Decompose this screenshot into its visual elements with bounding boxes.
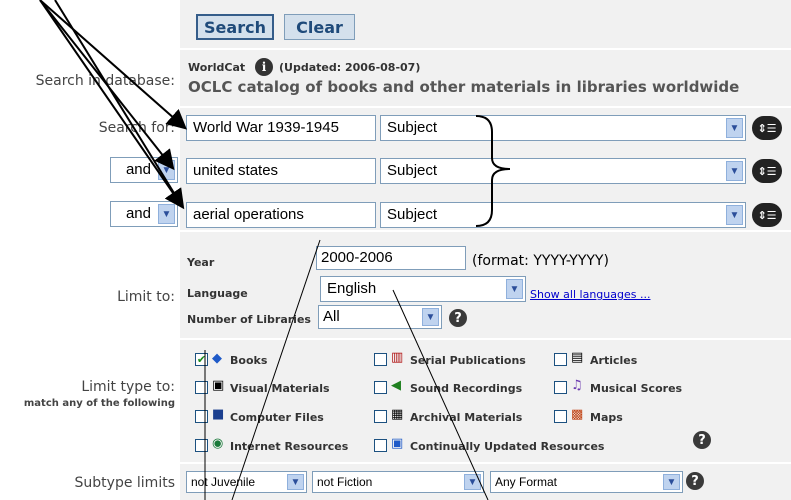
chevron-down-icon: ▼ xyxy=(158,160,175,180)
year-input[interactable]: 2000-2006 xyxy=(316,246,466,270)
score-icon: ♫ xyxy=(571,378,583,393)
browse-index-icon[interactable]: ⇕☰ xyxy=(752,159,782,183)
audience-select[interactable]: not Juvenile ▼ xyxy=(186,471,307,493)
chevron-down-icon: ▼ xyxy=(663,474,680,490)
database-updated: (Updated: 2006-08-07) xyxy=(279,61,421,74)
globe-icon: ◉ xyxy=(212,436,224,451)
language-select[interactable]: English ▼ xyxy=(320,276,526,302)
chevron-down-icon: ▼ xyxy=(726,161,743,181)
language-value: English xyxy=(327,280,377,297)
chevron-down-icon: ▼ xyxy=(464,474,481,490)
internet-checkbox[interactable] xyxy=(195,439,208,452)
show-all-languages-link[interactable]: Show all languages ... xyxy=(530,288,650,301)
type-label: Books xyxy=(230,354,268,367)
sound-checkbox[interactable] xyxy=(374,381,387,394)
map-icon: ▩ xyxy=(571,407,584,422)
year-format-hint: (format: YYYY-YYYY) xyxy=(472,253,609,269)
browse-index-icon[interactable]: ⇕☰ xyxy=(752,116,782,140)
camera-icon: ▣ xyxy=(212,378,225,393)
browse-index-icon[interactable]: ⇕☰ xyxy=(752,203,782,227)
computer-files-checkbox[interactable] xyxy=(195,410,208,423)
article-icon: ▤ xyxy=(571,350,584,365)
boolean-operator-select[interactable]: and ▼ xyxy=(110,201,178,227)
search-index-select[interactable]: Subject ▼ xyxy=(380,115,746,141)
limit-to-label: Limit to: xyxy=(117,289,175,305)
type-label: Archival Materials xyxy=(410,411,523,424)
scores-checkbox[interactable] xyxy=(554,381,567,394)
audience-value: not Juvenile xyxy=(191,475,256,489)
search-term-input[interactable]: united states xyxy=(186,158,376,184)
book-icon: ◆ xyxy=(212,351,222,366)
format-select[interactable]: Any Format ▼ xyxy=(490,471,683,493)
search-index-select[interactable]: Subject ▼ xyxy=(380,158,746,184)
info-icon[interactable]: i xyxy=(255,58,273,76)
subtype-label: Subtype limits xyxy=(74,475,175,491)
continually-updated-checkbox[interactable] xyxy=(374,439,387,452)
type-label: Musical Scores xyxy=(590,382,683,395)
clear-button[interactable]: Clear xyxy=(284,14,355,40)
chevron-down-icon: ▼ xyxy=(422,308,439,326)
type-label: Continually Updated Resources xyxy=(410,440,605,453)
database-description: OCLC catalog of books and other material… xyxy=(188,78,740,96)
visual-checkbox[interactable] xyxy=(195,381,208,394)
database-name: WorldCat xyxy=(188,61,246,74)
search-index-select[interactable]: Subject ▼ xyxy=(380,202,746,228)
speaker-icon: ◀ xyxy=(391,378,401,393)
type-label: Serial Publications xyxy=(410,354,526,367)
serials-checkbox[interactable] xyxy=(374,353,387,366)
boolean-operator-select[interactable]: and ▼ xyxy=(110,157,178,183)
chevron-down-icon: ▼ xyxy=(726,118,743,138)
type-label: Computer Files xyxy=(230,411,324,424)
help-icon[interactable]: ? xyxy=(693,431,711,449)
archive-icon: ▦ xyxy=(391,407,404,422)
search-for-label: Search for: xyxy=(98,120,175,136)
index-value: Subject xyxy=(387,206,438,223)
operator-value: and xyxy=(125,161,151,178)
archival-checkbox[interactable] xyxy=(374,410,387,423)
books-checkbox[interactable]: ✔ xyxy=(195,353,208,366)
chevron-down-icon: ▼ xyxy=(726,205,743,225)
disk-icon: ■ xyxy=(212,407,225,422)
type-label: Sound Recordings xyxy=(410,382,523,395)
content-select[interactable]: not Fiction ▼ xyxy=(312,471,484,493)
type-label: Maps xyxy=(590,411,623,424)
articles-checkbox[interactable] xyxy=(554,353,567,366)
year-label: Year xyxy=(187,256,215,269)
type-label: Visual Materials xyxy=(230,382,330,395)
index-value: Subject xyxy=(387,119,438,136)
database-label: Search in database: xyxy=(35,73,175,89)
maps-checkbox[interactable] xyxy=(554,410,567,423)
update-icon: ▣ xyxy=(391,436,404,451)
libraries-select[interactable]: All ▼ xyxy=(318,305,442,329)
index-value: Subject xyxy=(387,162,438,179)
type-label: Articles xyxy=(590,354,638,367)
help-icon[interactable]: ? xyxy=(449,309,467,327)
search-button[interactable]: Search xyxy=(196,14,274,40)
language-label: Language xyxy=(187,287,248,300)
serials-icon: ▥ xyxy=(391,350,404,365)
chevron-down-icon: ▼ xyxy=(287,474,304,490)
libraries-value: All xyxy=(323,308,340,325)
help-icon[interactable]: ? xyxy=(686,472,704,490)
chevron-down-icon: ▼ xyxy=(158,204,175,224)
limit-type-sublabel: match any of the following xyxy=(23,398,175,409)
limit-type-label: Limit type to: xyxy=(81,379,175,395)
search-term-input[interactable]: aerial operations xyxy=(186,202,376,228)
search-term-input[interactable]: World War 1939-1945 xyxy=(186,115,376,141)
type-label: Internet Resources xyxy=(230,440,349,453)
format-value: Any Format xyxy=(495,475,558,489)
content-value: not Fiction xyxy=(317,475,373,489)
chevron-down-icon: ▼ xyxy=(506,279,523,299)
libraries-label: Number of Libraries xyxy=(187,313,311,326)
operator-value: and xyxy=(125,205,151,222)
